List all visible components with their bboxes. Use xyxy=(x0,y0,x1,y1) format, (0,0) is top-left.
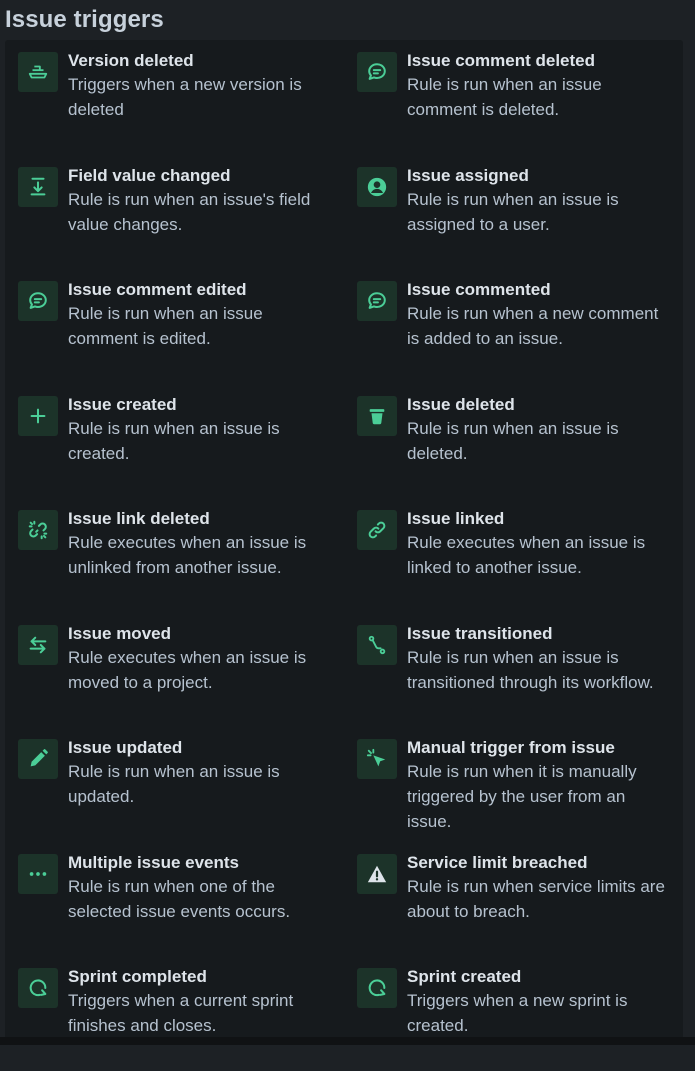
trigger-description: Rule is run when an issue is assigned to… xyxy=(407,189,619,234)
trigger-card-service-limit-breached[interactable]: Service limit breached Rule is run when s… xyxy=(344,842,683,957)
warning-icon xyxy=(357,853,397,894)
link-icon xyxy=(357,510,397,550)
trigger-name: Issue moved xyxy=(68,623,171,643)
trigger-name: Issue link deleted xyxy=(68,509,210,528)
trigger-name: Issue linked xyxy=(407,509,505,528)
trigger-description: Rule executes when an issue is unlinked … xyxy=(68,533,307,577)
trigger-description: Rule is run when it is manually triggere… xyxy=(407,762,637,831)
trigger-name: Issue comment deleted xyxy=(407,51,596,70)
trigger-card-issue-link-deleted[interactable]: Issue link deleted Rule executes when an … xyxy=(5,498,344,613)
trigger-description: Rule executes when an issue is linked to… xyxy=(407,533,646,577)
trigger-name: Issue transitioned xyxy=(407,623,553,643)
arrows-swap-icon xyxy=(18,624,58,665)
trigger-description: Rule is run when service limits are abou… xyxy=(407,876,665,921)
trigger-card-sprint-created[interactable]: Sprint created Triggers when a new sprint… xyxy=(344,956,683,1071)
trigger-card-issue-comment-edited[interactable]: Issue comment edited Rule is run when an … xyxy=(5,269,344,384)
trigger-description: Rule is run when an issue is transitione… xyxy=(407,647,654,692)
trigger-card-issue-linked[interactable]: Issue linked Rule executes when an issue … xyxy=(344,498,683,613)
trigger-name: Issue created xyxy=(68,394,177,414)
trigger-description: Rule is run when an issue is updated. xyxy=(68,762,280,806)
comment-icon xyxy=(357,52,397,92)
trigger-description: Triggers when a new version is deleted xyxy=(68,75,302,119)
trigger-card-field-value-changed[interactable]: Field value changed Rule is run when an i… xyxy=(5,155,344,270)
trigger-card-issue-moved[interactable]: Issue moved Rule executes when an issue i… xyxy=(5,613,344,728)
trigger-name: Issue deleted xyxy=(407,394,515,414)
trigger-description: Rule is run when a new comment is added … xyxy=(407,304,659,348)
section-title: Issue triggers xyxy=(5,6,164,33)
comment-icon xyxy=(357,281,397,321)
trigger-card-multiple-issue-events[interactable]: Multiple issue events Rule is run when on… xyxy=(5,842,344,957)
trigger-description: Rule is run when an issue is created. xyxy=(68,418,280,463)
cursor-click-icon xyxy=(357,739,397,779)
trigger-card-issue-assigned[interactable]: Issue assigned Rule is run when an issue … xyxy=(344,155,683,270)
trigger-name: Version deleted xyxy=(68,51,194,70)
sprint-icon xyxy=(18,968,58,1008)
ship-icon xyxy=(18,52,58,92)
trigger-name: Issue commented xyxy=(407,280,551,299)
sprint-icon xyxy=(357,968,397,1008)
trigger-description: Rule is run when an issue is deleted. xyxy=(407,418,619,463)
trigger-name: Sprint completed xyxy=(68,967,207,986)
trigger-name: Field value changed xyxy=(68,165,231,185)
pencil-icon xyxy=(18,739,58,779)
plus-icon xyxy=(18,395,58,436)
trigger-description: Rule executes when an issue is moved to … xyxy=(68,647,307,692)
comment-icon xyxy=(18,281,58,321)
trigger-name: Issue assigned xyxy=(407,165,529,185)
more-icon xyxy=(18,853,58,894)
trigger-name: Issue comment edited xyxy=(68,280,247,299)
trigger-card-sprint-completed[interactable]: Sprint completed Triggers when a current … xyxy=(5,956,344,1071)
trigger-description: Rule is run when one of the selected iss… xyxy=(68,876,291,921)
trigger-name: Multiple issue events xyxy=(68,852,239,872)
trigger-card-issue-created[interactable]: Issue created Rule is run when an issue i… xyxy=(5,384,344,499)
trigger-grid: Version deleted Triggers when a new versi… xyxy=(5,40,683,1071)
trigger-description: Rule is run when an issue comment is edi… xyxy=(68,304,263,348)
trigger-description: Triggers when a new sprint is created. xyxy=(407,991,628,1035)
download-icon xyxy=(18,166,58,207)
trigger-card-manual-trigger-from-issue[interactable]: Manual trigger from issue Rule is run whe… xyxy=(344,727,683,842)
trash-icon xyxy=(357,395,397,436)
trigger-name: Issue updated xyxy=(68,738,183,757)
trigger-description: Rule is run when an issue's field value … xyxy=(68,189,311,234)
trigger-name: Sprint created xyxy=(407,967,522,986)
trigger-card-issue-updated[interactable]: Issue updated Rule is run when an issue i… xyxy=(5,727,344,842)
trigger-name: Service limit breached xyxy=(407,852,588,872)
trigger-card-issue-commented[interactable]: Issue commented Rule is run when a new co… xyxy=(344,269,683,384)
trigger-card-version-deleted[interactable]: Version deleted Triggers when a new versi… xyxy=(5,40,344,155)
bottom-scroll-edge xyxy=(0,1037,695,1045)
trigger-description: Rule is run when an issue comment is del… xyxy=(407,75,602,119)
trigger-description: Triggers when a current sprint finishes … xyxy=(68,991,294,1035)
user-icon xyxy=(357,166,397,207)
trigger-name: Manual trigger from issue xyxy=(407,738,615,757)
unlink-icon xyxy=(18,510,58,550)
trigger-card-issue-deleted[interactable]: Issue deleted Rule is run when an issue i… xyxy=(344,384,683,499)
trigger-card-issue-transitioned[interactable]: Issue transitioned Rule is run when an is… xyxy=(344,613,683,728)
trigger-card-issue-comment-deleted[interactable]: Issue comment deleted Rule is run when an… xyxy=(344,40,683,155)
transition-icon xyxy=(357,624,397,665)
